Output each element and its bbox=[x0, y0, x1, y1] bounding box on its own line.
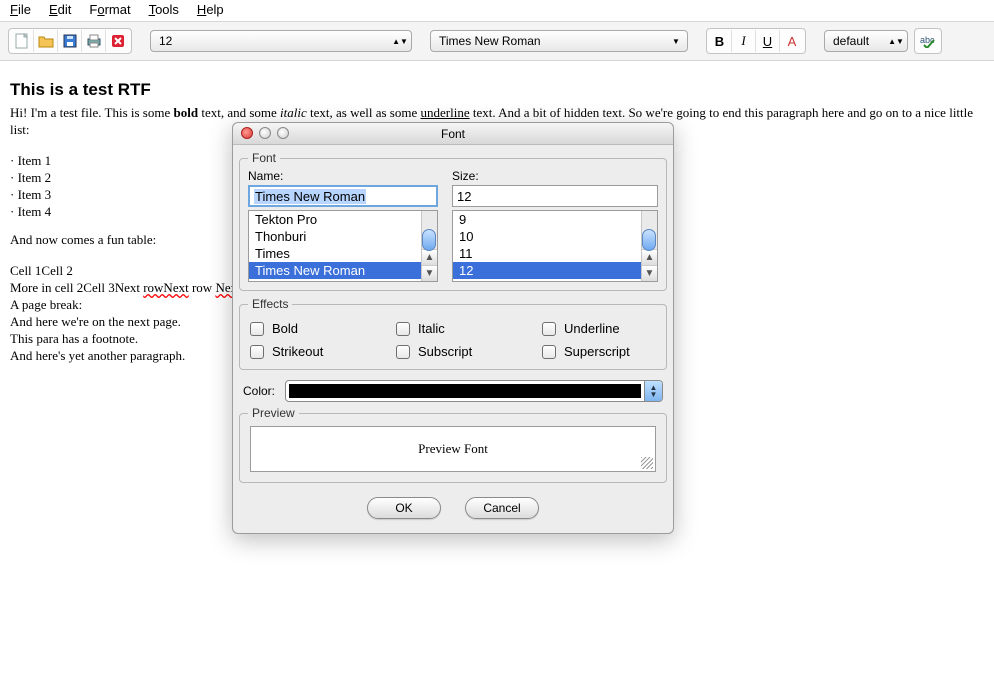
scroll-up-icon[interactable]: ▲ bbox=[642, 249, 657, 265]
updown-arrows-icon: ▲▼ bbox=[393, 38, 407, 45]
size-option[interactable]: 11 bbox=[453, 245, 641, 262]
scrollbar[interactable]: ▲ ▼ bbox=[421, 211, 437, 281]
menu-edit[interactable]: Edit bbox=[49, 2, 71, 17]
subscript-checkbox[interactable]: Subscript bbox=[396, 344, 542, 359]
printer-icon bbox=[86, 34, 102, 48]
font-name-input[interactable]: Times New Roman bbox=[248, 185, 438, 207]
effects-fieldset-legend: Effects bbox=[248, 297, 292, 311]
font-fieldset-legend: Font bbox=[248, 151, 280, 165]
font-option-selected[interactable]: Times New Roman bbox=[249, 262, 421, 279]
doc-title: This is a test RTF bbox=[10, 79, 984, 101]
spellcheck-button[interactable]: abc bbox=[916, 30, 940, 52]
font-name-select[interactable]: Times New Roman ▼ bbox=[430, 30, 688, 52]
updown-arrows-icon: ▲▼ bbox=[889, 38, 903, 45]
strikeout-checkbox[interactable]: Strikeout bbox=[250, 344, 396, 359]
size-option[interactable]: 10 bbox=[453, 228, 641, 245]
open-file-button[interactable] bbox=[34, 30, 58, 52]
size-option-selected[interactable]: 12 bbox=[453, 262, 641, 279]
folder-open-icon bbox=[38, 34, 54, 48]
minimize-window-button[interactable] bbox=[259, 127, 271, 139]
toolbar: 12 ▲▼ Times New Roman ▼ B I U A default … bbox=[0, 21, 994, 61]
superscript-checkbox[interactable]: Superscript bbox=[542, 344, 656, 359]
preview-fieldset-legend: Preview bbox=[248, 406, 299, 420]
font-name-label: Name: bbox=[248, 169, 438, 183]
underline-checkbox[interactable]: Underline bbox=[542, 321, 656, 336]
font-name-listbox[interactable]: Tekton Pro Thonburi Times Times New Roma… bbox=[248, 210, 438, 282]
color-label: Color: bbox=[243, 384, 275, 398]
text-style-group: B I U A bbox=[706, 28, 806, 54]
close-window-button[interactable] bbox=[241, 127, 253, 139]
preview-box: Preview Font bbox=[250, 426, 656, 472]
toolbar-misc-group: abc bbox=[914, 28, 942, 54]
font-size-value: 12 bbox=[159, 34, 172, 48]
bold-button[interactable]: B bbox=[708, 30, 732, 52]
print-button[interactable] bbox=[82, 30, 106, 52]
italic-checkbox[interactable]: Italic bbox=[396, 321, 542, 336]
resize-grip-icon[interactable] bbox=[641, 457, 653, 469]
font-size-listbox[interactable]: 9 10 11 12 ▲ ▼ bbox=[452, 210, 658, 282]
size-option[interactable]: 9 bbox=[453, 211, 641, 228]
cancel-button[interactable]: Cancel bbox=[465, 497, 539, 519]
dropdown-arrow-icon: ▼ bbox=[669, 38, 683, 45]
preview-fieldset: Preview Preview Font bbox=[239, 406, 667, 483]
dialog-titlebar[interactable]: Font bbox=[233, 123, 673, 145]
updown-arrows-icon: ▲▼ bbox=[644, 381, 662, 401]
font-option[interactable]: Thonburi bbox=[249, 228, 421, 245]
font-color-button[interactable]: A bbox=[780, 30, 804, 52]
font-dialog: Font Font Name: Times New Roman Tekton P… bbox=[232, 122, 674, 534]
font-option[interactable]: Times bbox=[249, 245, 421, 262]
close-button[interactable] bbox=[106, 30, 130, 52]
font-size-select[interactable]: 12 ▲▼ bbox=[150, 30, 412, 52]
font-option[interactable]: Tekton Pro bbox=[249, 211, 421, 228]
font-name-value: Times New Roman bbox=[439, 34, 541, 48]
paragraph-style-select[interactable]: default ▲▼ bbox=[824, 30, 908, 52]
scroll-thumb[interactable] bbox=[642, 229, 656, 251]
toolbar-file-group bbox=[8, 28, 132, 54]
close-x-icon bbox=[111, 34, 125, 48]
dialog-button-row: OK Cancel bbox=[239, 489, 667, 523]
effects-fieldset: Effects Bold Italic Underline Strikeout … bbox=[239, 297, 667, 370]
scrollbar[interactable]: ▲ ▼ bbox=[641, 211, 657, 281]
scroll-thumb[interactable] bbox=[422, 229, 436, 251]
new-file-button[interactable] bbox=[10, 30, 34, 52]
blank-page-icon bbox=[15, 33, 29, 49]
underline-button[interactable]: U bbox=[756, 30, 780, 52]
floppy-disk-icon bbox=[63, 34, 77, 48]
menu-format[interactable]: Format bbox=[89, 2, 130, 17]
menu-bar: File Edit Format Tools Help bbox=[0, 0, 994, 21]
color-select[interactable]: ▲▼ bbox=[285, 380, 663, 402]
save-file-button[interactable] bbox=[58, 30, 82, 52]
window-controls bbox=[241, 127, 289, 139]
ok-button[interactable]: OK bbox=[367, 497, 441, 519]
menu-tools[interactable]: Tools bbox=[149, 2, 179, 17]
paragraph-style-value: default bbox=[833, 34, 869, 48]
font-size-label: Size: bbox=[452, 169, 658, 183]
font-size-input[interactable]: 12 bbox=[452, 185, 658, 207]
color-swatch bbox=[289, 384, 641, 398]
preview-text: Preview Font bbox=[418, 441, 488, 457]
font-fieldset: Font Name: Times New Roman Tekton Pro Th… bbox=[239, 151, 667, 291]
color-row: Color: ▲▼ bbox=[239, 376, 667, 404]
italic-button[interactable]: I bbox=[732, 30, 756, 52]
zoom-window-button[interactable] bbox=[277, 127, 289, 139]
bold-checkbox[interactable]: Bold bbox=[250, 321, 396, 336]
scroll-down-icon[interactable]: ▼ bbox=[422, 265, 437, 281]
spellcheck-icon: abc bbox=[920, 34, 936, 48]
scroll-down-icon[interactable]: ▼ bbox=[642, 265, 657, 281]
scroll-up-icon[interactable]: ▲ bbox=[422, 249, 437, 265]
menu-help[interactable]: Help bbox=[197, 2, 224, 17]
dialog-title: Font bbox=[441, 127, 465, 141]
menu-file[interactable]: File bbox=[10, 2, 31, 17]
